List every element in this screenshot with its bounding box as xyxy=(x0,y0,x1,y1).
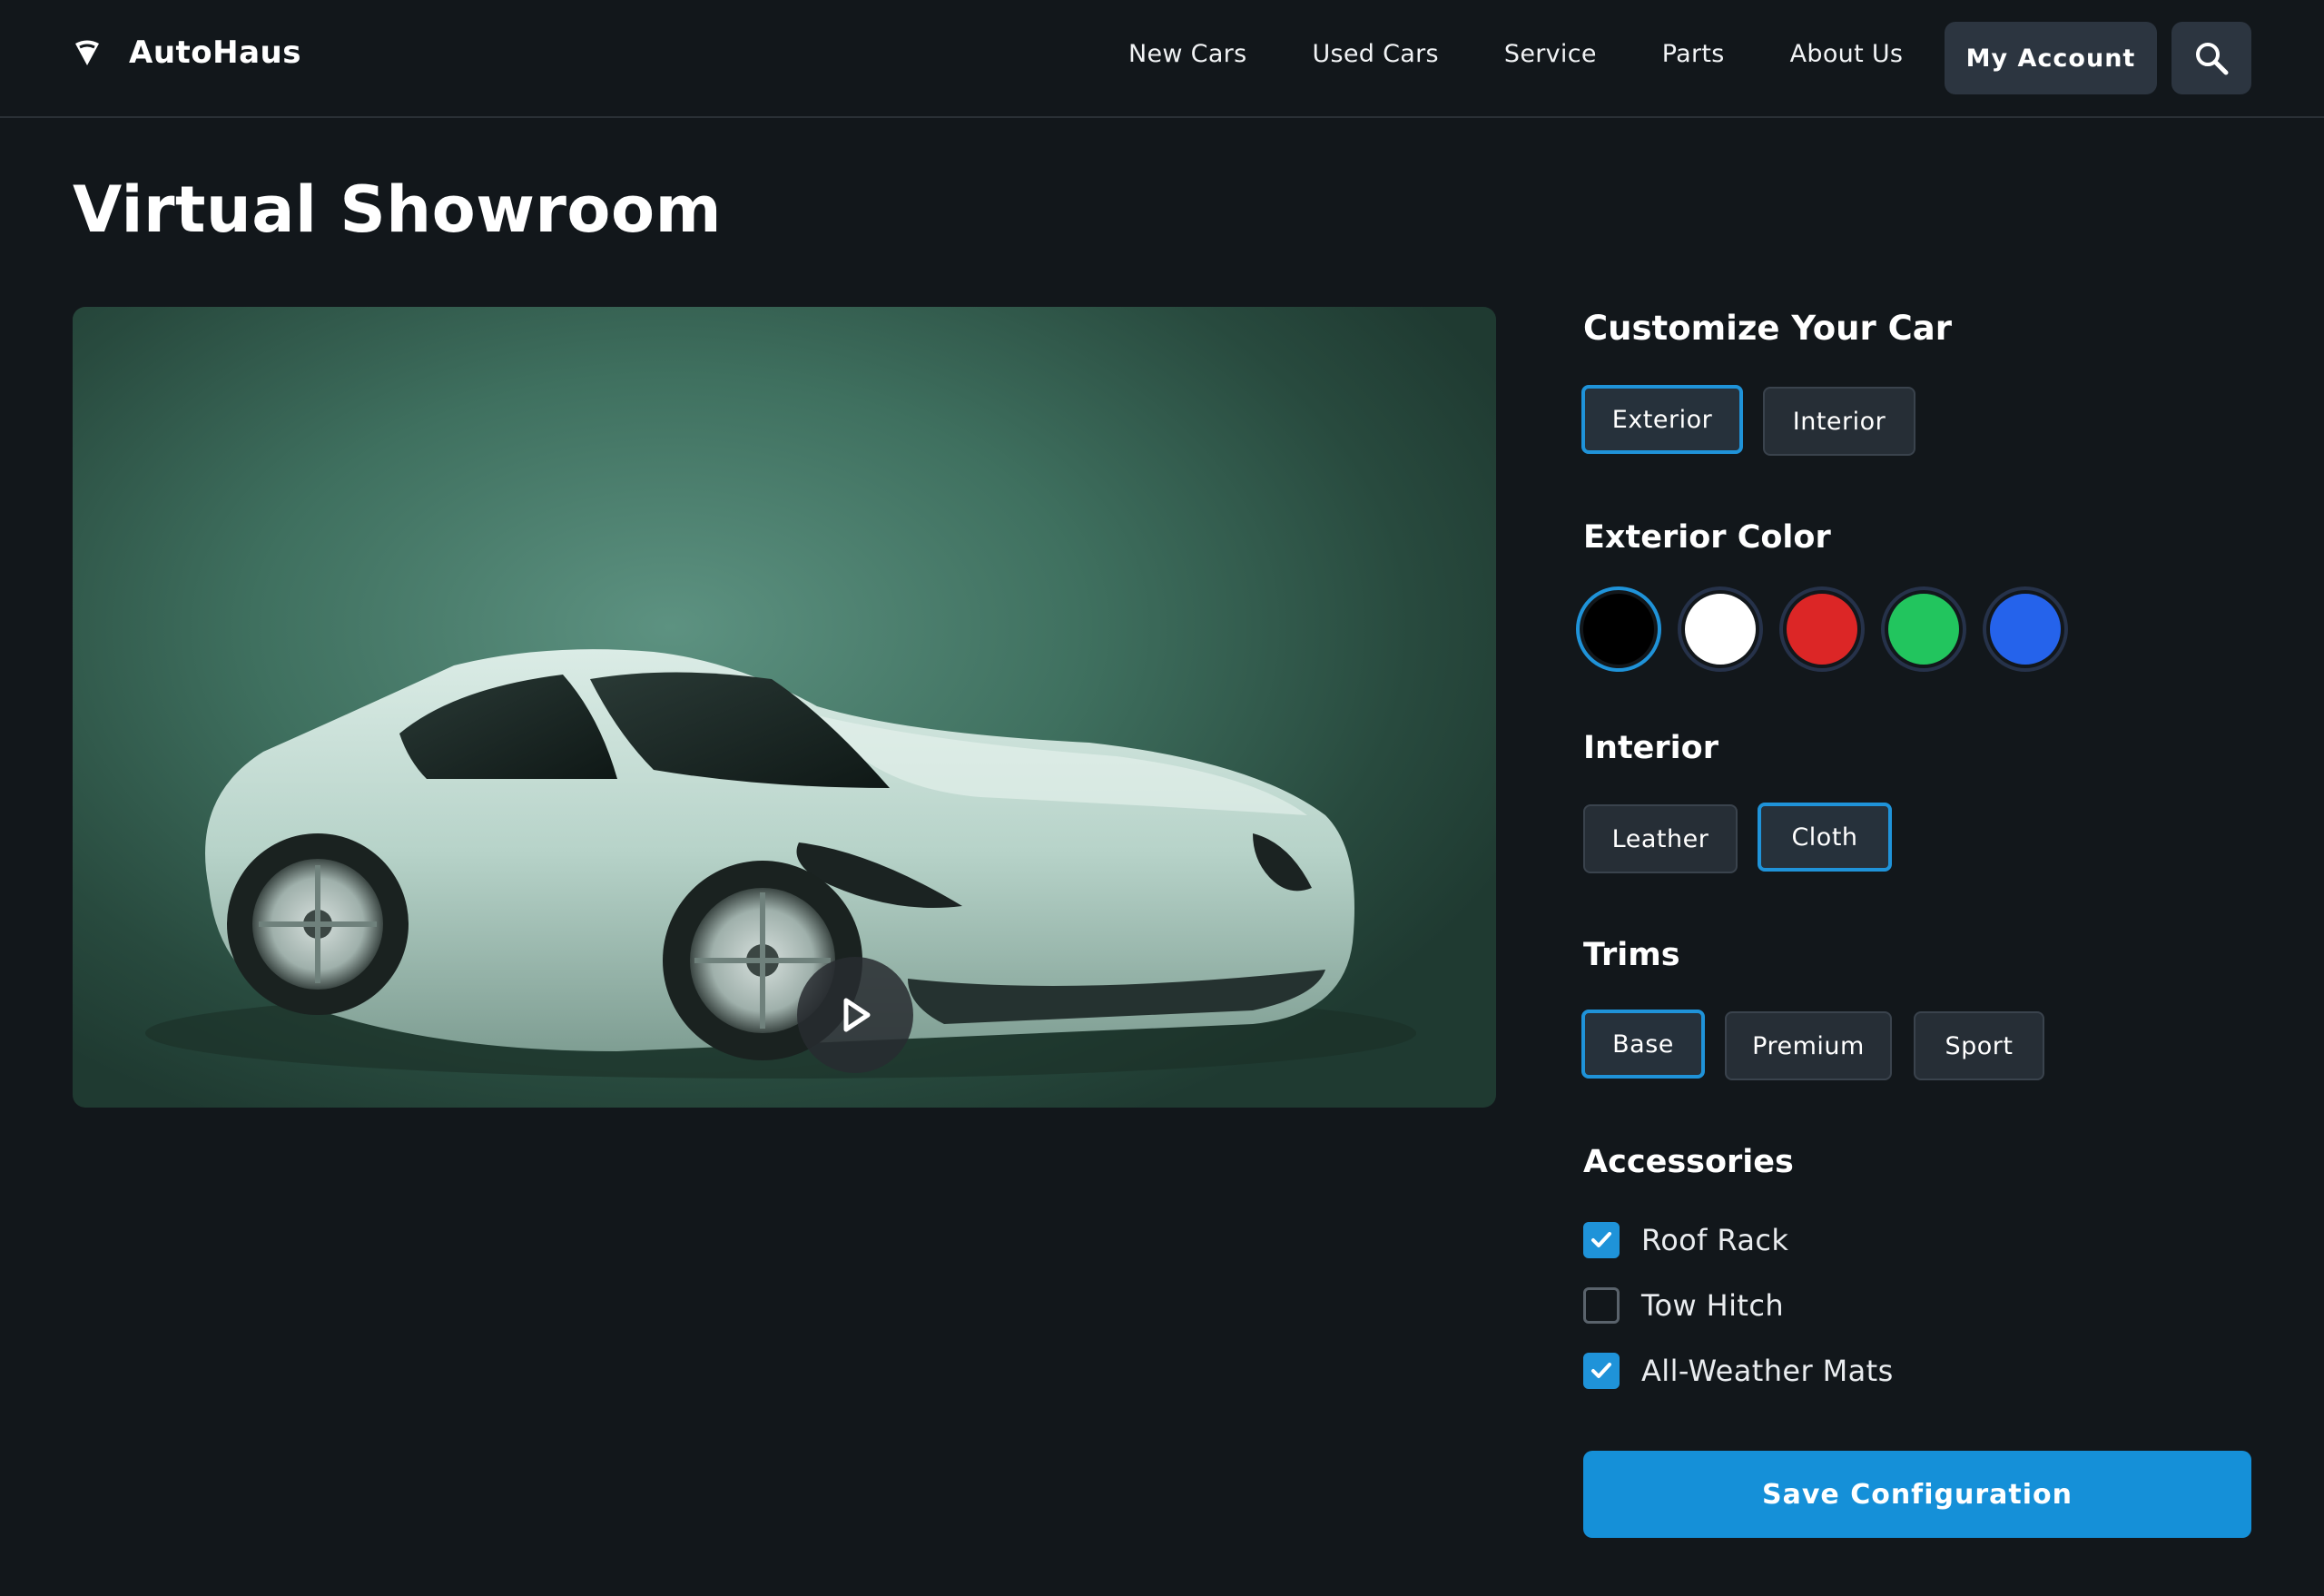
nav-about-us[interactable]: About Us xyxy=(1790,40,1904,68)
interior-cloth-button[interactable]: Cloth xyxy=(1758,803,1892,872)
my-account-button[interactable]: My Account xyxy=(1945,22,2157,94)
check-icon xyxy=(1591,1363,1611,1378)
customize-heading: Customize Your Car xyxy=(1583,309,1953,348)
accessory-tow-hitch[interactable]: Tow Hitch xyxy=(1583,1287,1784,1324)
checkbox-roof-rack[interactable] xyxy=(1583,1222,1620,1258)
search-icon xyxy=(2196,43,2229,75)
swatch-fill xyxy=(1990,594,2061,665)
swatch-fill xyxy=(1685,594,1756,665)
swatch-black[interactable] xyxy=(1576,586,1661,672)
accessory-label: Roof Rack xyxy=(1641,1223,1789,1257)
nav-parts[interactable]: Parts xyxy=(1662,40,1725,68)
tab-interior[interactable]: Interior xyxy=(1763,387,1915,456)
swatch-white[interactable] xyxy=(1678,586,1763,672)
accessory-all-weather-mats[interactable]: All-Weather Mats xyxy=(1583,1353,1894,1389)
play-icon xyxy=(843,998,871,1032)
search-button[interactable] xyxy=(2171,22,2251,94)
accessories-heading: Accessories xyxy=(1583,1144,1794,1180)
accessory-label: Tow Hitch xyxy=(1641,1288,1785,1323)
accessory-roof-rack[interactable]: Roof Rack xyxy=(1583,1222,1788,1258)
car-video-player[interactable] xyxy=(73,307,1496,1108)
brand-name: AutoHaus xyxy=(129,34,301,71)
play-button[interactable] xyxy=(797,957,913,1073)
car-image xyxy=(145,649,1416,1079)
interior-leather-button[interactable]: Leather xyxy=(1583,804,1738,873)
swatch-fill xyxy=(1787,594,1857,665)
nav-service[interactable]: Service xyxy=(1504,40,1597,68)
check-icon xyxy=(1591,1232,1611,1247)
swatch-blue[interactable] xyxy=(1983,586,2068,672)
swatch-red[interactable] xyxy=(1779,586,1865,672)
brand[interactable]: AutoHaus xyxy=(73,34,301,71)
trim-base-button[interactable]: Base xyxy=(1581,1010,1705,1079)
checkbox-all-weather-mats[interactable] xyxy=(1583,1353,1620,1389)
accessory-label: All-Weather Mats xyxy=(1641,1354,1894,1388)
exterior-color-heading: Exterior Color xyxy=(1583,519,1831,556)
page-title: Virtual Showroom xyxy=(73,172,723,247)
nav-new-cars[interactable]: New Cars xyxy=(1128,40,1246,68)
top-navigation-bar: AutoHaus New Cars Used Cars Service Part… xyxy=(0,0,2324,118)
trim-premium-button[interactable]: Premium xyxy=(1725,1011,1892,1080)
main-nav: New Cars Used Cars Service Parts About U… xyxy=(1128,40,1903,68)
interior-heading: Interior xyxy=(1583,730,1718,766)
shield-logo-icon xyxy=(75,40,99,65)
trims-heading: Trims xyxy=(1583,937,1680,973)
checkbox-tow-hitch[interactable] xyxy=(1583,1287,1620,1324)
save-configuration-button[interactable]: Save Configuration xyxy=(1583,1451,2251,1538)
nav-used-cars[interactable]: Used Cars xyxy=(1312,40,1438,68)
trim-sport-button[interactable]: Sport xyxy=(1914,1011,2044,1080)
swatch-green[interactable] xyxy=(1881,586,1966,672)
swatch-fill xyxy=(1888,594,1959,665)
tab-exterior[interactable]: Exterior xyxy=(1581,385,1743,454)
swatch-fill xyxy=(1583,594,1654,665)
